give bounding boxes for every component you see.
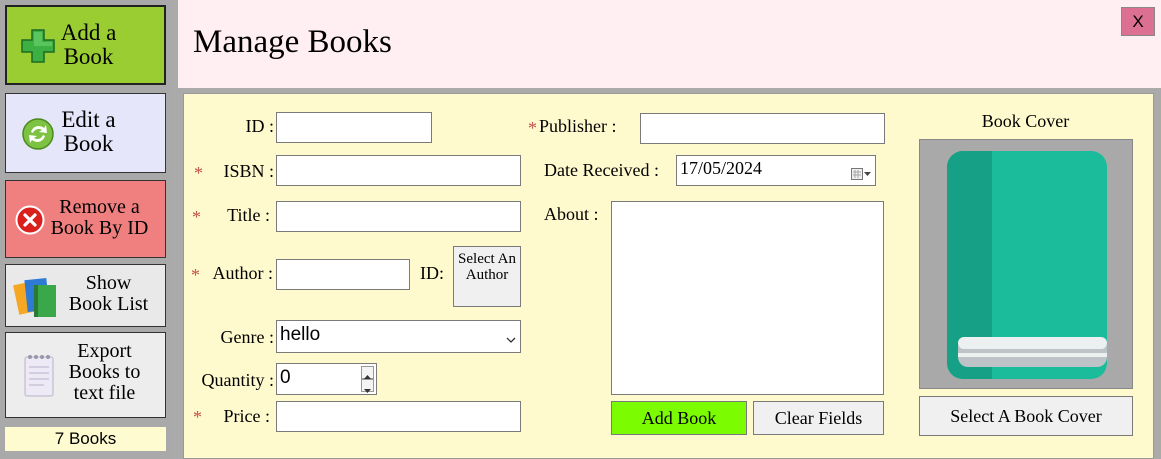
- author-label: Author :: [212, 263, 274, 283]
- plus-icon: [21, 29, 55, 68]
- date-received-label: Date Received :: [544, 160, 659, 180]
- author-id-label: ID:: [420, 263, 444, 283]
- add-book-button[interactable]: Add a Book: [5, 5, 166, 85]
- title-required-mark: *: [192, 207, 201, 227]
- show-book-list-label: Show Book List: [68, 272, 149, 315]
- publisher-required-mark: *: [528, 118, 537, 138]
- author-input[interactable]: [276, 259, 410, 290]
- price-input[interactable]: [276, 401, 521, 432]
- book-count: 7 Books: [5, 427, 166, 451]
- genre-select[interactable]: hello: [276, 320, 521, 353]
- isbn-input[interactable]: [276, 155, 521, 186]
- about-textarea[interactable]: [611, 201, 884, 395]
- quantity-value: 0: [280, 367, 291, 388]
- book-cover-label: Book Cover: [981, 111, 1070, 131]
- add-book-label: Add a Book: [60, 20, 117, 70]
- clear-fields-button[interactable]: Clear Fields: [753, 401, 884, 435]
- page-title: Manage Books: [193, 24, 392, 60]
- show-book-list-button[interactable]: Show Book List: [5, 264, 166, 327]
- books-icon: [12, 273, 62, 324]
- title-label: Title :: [227, 205, 270, 225]
- stepper-up-icon[interactable]: [361, 366, 374, 379]
- calendar-icon: [851, 164, 871, 185]
- publisher-input[interactable]: [640, 113, 885, 144]
- id-label: ID :: [245, 116, 275, 136]
- quantity-label: Quantity :: [201, 370, 275, 390]
- select-author-button[interactable]: Select An Author: [453, 246, 521, 307]
- title-input[interactable]: [276, 201, 521, 232]
- id-input[interactable]: [276, 112, 432, 143]
- isbn-required-mark: *: [194, 163, 203, 183]
- isbn-label: ISBN :: [223, 161, 274, 181]
- publisher-label: Publisher :: [539, 116, 617, 136]
- add-book-submit-button[interactable]: Add Book: [611, 401, 747, 435]
- book-cover-image: [919, 139, 1133, 389]
- export-books-label: Export Books to text file: [68, 340, 141, 404]
- sidebar: Add a Book Edit a Book Remove a Book By …: [0, 0, 171, 459]
- remove-book-label: Remove a Book By ID: [50, 196, 149, 239]
- price-required-mark: *: [193, 407, 202, 427]
- genre-label: Genre :: [220, 327, 274, 347]
- refresh-icon: [22, 118, 54, 155]
- stepper-down-icon[interactable]: [361, 379, 374, 393]
- header: Manage Books X: [178, 0, 1161, 88]
- close-button[interactable]: X: [1121, 7, 1155, 36]
- date-received-value: 17/05/2024: [680, 158, 763, 178]
- quantity-stepper[interactable]: 0: [276, 363, 377, 395]
- select-book-cover-button[interactable]: Select A Book Cover: [919, 396, 1133, 436]
- manage-books-form: ID : * ISBN : * Title : * Author : ID: S…: [183, 93, 1154, 459]
- edit-book-button[interactable]: Edit a Book: [5, 93, 166, 173]
- export-books-button[interactable]: Export Books to text file: [5, 332, 166, 418]
- select-author-label: Select An Author: [458, 251, 516, 283]
- edit-book-label: Edit a Book: [61, 107, 116, 157]
- price-label: Price :: [223, 406, 271, 426]
- date-received-picker[interactable]: 17/05/2024: [676, 155, 876, 186]
- notepad-icon: [24, 353, 54, 402]
- chevron-down-icon: [506, 329, 516, 351]
- remove-book-button[interactable]: Remove a Book By ID: [5, 180, 166, 258]
- book-icon: [947, 151, 1107, 379]
- genre-value: hello: [280, 324, 321, 345]
- remove-icon: [15, 205, 45, 240]
